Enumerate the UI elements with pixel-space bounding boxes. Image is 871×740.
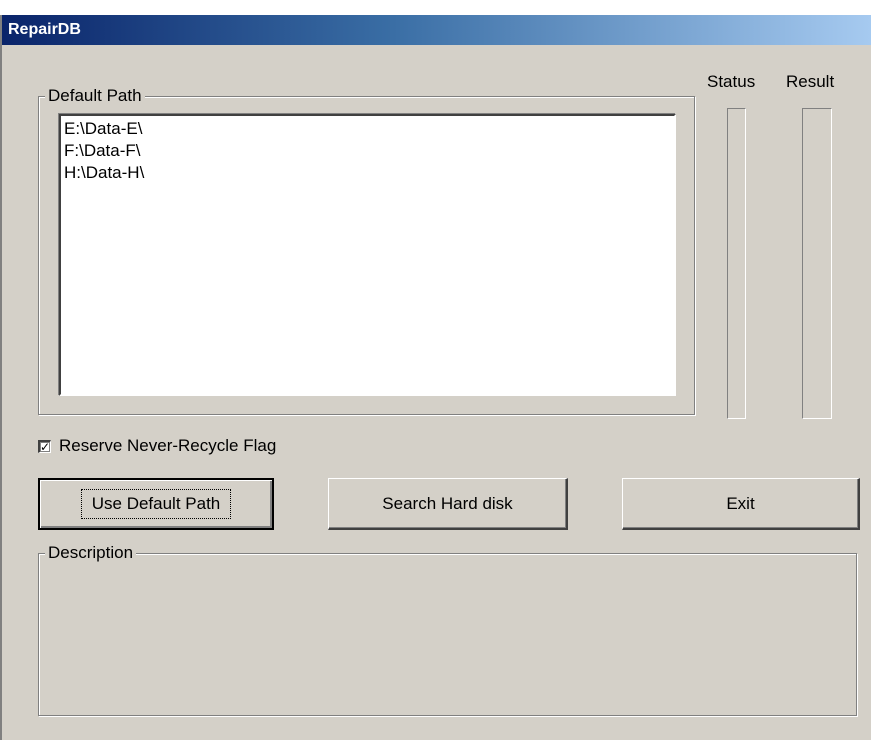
- reserve-flag-checkbox[interactable]: ✓: [38, 439, 51, 453]
- reserve-flag-label: Reserve Never-Recycle Flag: [59, 436, 277, 455]
- screen-top-strip: [0, 0, 871, 15]
- window-title: RepairDB: [8, 21, 81, 38]
- title-bar[interactable]: RepairDB: [2, 15, 871, 45]
- list-item[interactable]: F:\Data-F\: [64, 140, 671, 162]
- default-path-group: Default Path E:\Data-E\ F:\Data-F\ H:\Da…: [38, 86, 695, 415]
- status-label: Status: [707, 72, 756, 91]
- default-path-group-label: Default Path: [45, 86, 145, 106]
- exit-label: Exit: [726, 493, 755, 513]
- result-label: Result: [786, 72, 835, 91]
- search-hard-disk-label: Search Hard disk: [382, 493, 513, 513]
- list-item[interactable]: H:\Data-H\: [64, 162, 671, 184]
- use-default-path-button[interactable]: Use Default Path: [38, 478, 274, 530]
- search-hard-disk-button[interactable]: Search Hard disk: [328, 478, 568, 530]
- status-meter: [727, 108, 746, 419]
- description-group: Description: [38, 543, 857, 716]
- exit-button[interactable]: Exit: [622, 478, 860, 530]
- use-default-path-label: Use Default Path: [80, 489, 232, 519]
- description-group-label: Description: [45, 543, 137, 563]
- list-item[interactable]: E:\Data-E\: [64, 118, 671, 140]
- path-listbox[interactable]: E:\Data-E\ F:\Data-F\ H:\Data-H\: [59, 114, 676, 396]
- result-meter: [802, 108, 832, 419]
- reserve-flag-option[interactable]: ✓ Reserve Never-Recycle Flag: [38, 435, 276, 457]
